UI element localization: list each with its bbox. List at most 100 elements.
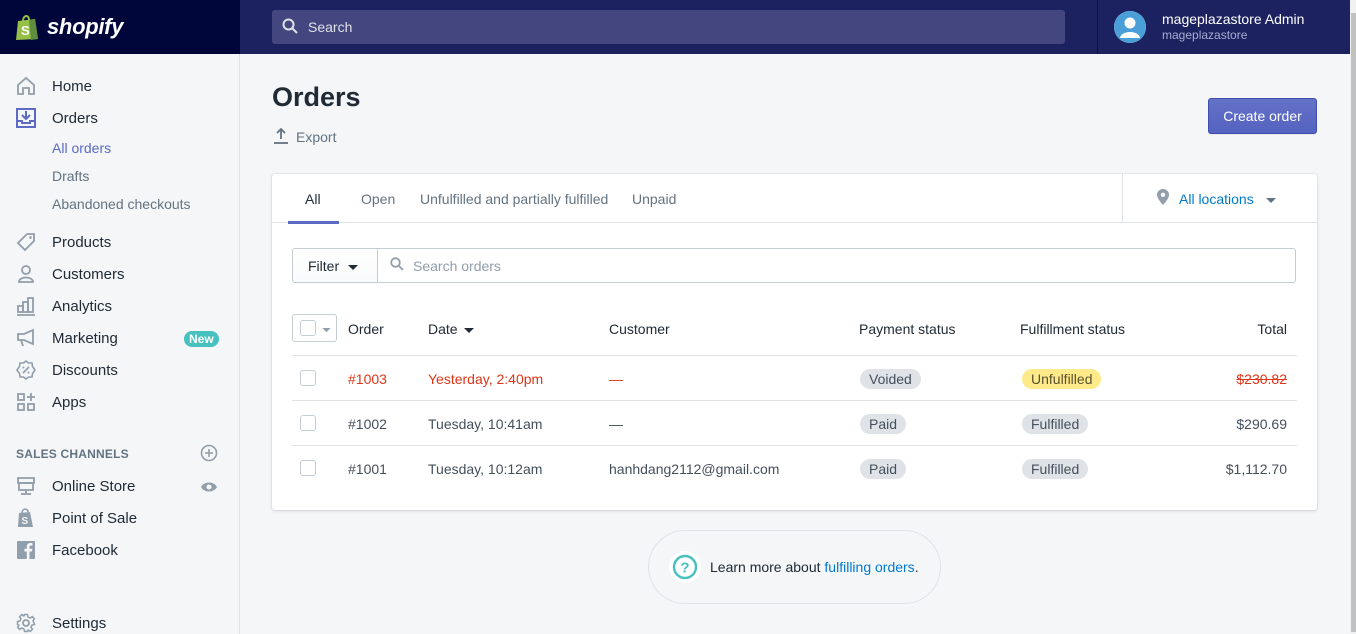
store-icon bbox=[16, 476, 36, 496]
scrollbar-thumb[interactable] bbox=[1351, 13, 1356, 632]
order-date: Tuesday, 10:12am bbox=[428, 460, 543, 477]
sales-channels-title: SALES CHANNELS bbox=[16, 447, 129, 461]
order-number[interactable]: #1003 bbox=[348, 356, 387, 401]
orders-icon bbox=[16, 108, 36, 128]
filter-bar: Filter Search orders bbox=[292, 248, 1296, 283]
payment-status-cell: Paid bbox=[860, 401, 907, 446]
fulfilling-orders-link[interactable]: fulfilling orders bbox=[824, 559, 914, 575]
brand-name: shopify bbox=[47, 14, 124, 39]
fulfillment-status-cell: Fulfilled bbox=[1022, 401, 1089, 446]
apps-icon bbox=[16, 392, 36, 412]
tab-open[interactable]: Open bbox=[361, 174, 395, 223]
search-icon bbox=[282, 18, 308, 37]
row-checkbox[interactable] bbox=[300, 370, 316, 386]
help-question-icon: ? bbox=[669, 551, 701, 583]
svg-text:S: S bbox=[22, 516, 29, 527]
sidebar-item-apps[interactable]: Apps bbox=[0, 386, 239, 418]
help-text: Learn more about bbox=[710, 559, 821, 575]
export-icon bbox=[273, 127, 296, 147]
sort-descending-icon bbox=[463, 321, 474, 337]
add-sales-channel-icon[interactable] bbox=[200, 444, 218, 465]
order-date: Tuesday, 10:41am bbox=[428, 415, 543, 432]
order-customer: hanhdang2112@gmail.com bbox=[609, 460, 780, 477]
sidebar-item-orders[interactable]: Orders bbox=[0, 102, 239, 134]
sidebar-item-facebook[interactable]: Facebook bbox=[0, 534, 239, 566]
order-total: $1,112.70 bbox=[1225, 460, 1287, 477]
fulfillment-status-badge: Fulfilled bbox=[1022, 413, 1089, 434]
user-name: mageplazastore Admin bbox=[1162, 11, 1305, 27]
column-order[interactable]: Order bbox=[348, 310, 384, 348]
page-title: Orders bbox=[272, 82, 361, 112]
tab-unpaid[interactable]: Unpaid bbox=[632, 174, 676, 223]
chevron-down-icon bbox=[1265, 191, 1276, 207]
sidebar-item-customers[interactable]: Customers bbox=[0, 258, 239, 290]
row-checkbox[interactable] bbox=[300, 415, 316, 431]
locations-dropdown[interactable]: All locations bbox=[1122, 174, 1317, 223]
svg-text:?: ? bbox=[680, 560, 689, 577]
home-icon bbox=[16, 76, 36, 96]
global-search-input[interactable]: Search bbox=[272, 10, 1065, 44]
table-row[interactable]: #1002 Tuesday, 10:41am — Paid Fulfilled … bbox=[292, 401, 1297, 446]
bulk-select-checkbox[interactable] bbox=[292, 314, 337, 342]
order-total: $290.69 bbox=[1236, 415, 1287, 432]
sidebar: Home Orders All orders Drafts Abandoned … bbox=[0, 54, 240, 634]
chevron-down-icon bbox=[348, 258, 359, 274]
tab-unfulfilled[interactable]: Unfulfilled and partially fulfilled bbox=[420, 174, 608, 223]
column-fulfillment-status[interactable]: Fulfillment status bbox=[1020, 310, 1125, 348]
table-row[interactable]: #1001 Tuesday, 10:12am hanhdang2112@gmai… bbox=[292, 446, 1297, 491]
sidebar-item-products[interactable]: Products bbox=[0, 226, 239, 258]
payment-status-badge: Voided bbox=[860, 368, 921, 389]
discount-icon bbox=[16, 360, 36, 380]
tab-all[interactable]: All bbox=[288, 174, 339, 224]
fulfillment-status-badge: Unfulfilled bbox=[1022, 368, 1102, 389]
order-date: Yesterday, 2:40pm bbox=[428, 370, 544, 387]
order-number[interactable]: #1001 bbox=[348, 446, 387, 491]
create-order-button[interactable]: Create order bbox=[1208, 98, 1317, 134]
user-menu[interactable]: mageplazastore Admin mageplazastore bbox=[1097, 0, 1350, 54]
gear-icon bbox=[16, 613, 36, 633]
sidebar-item-discounts[interactable]: Discounts bbox=[0, 354, 239, 386]
person-icon bbox=[16, 264, 36, 284]
sidebar-subitem-abandoned-checkouts[interactable]: Abandoned checkouts bbox=[52, 196, 191, 212]
order-customer: — bbox=[609, 415, 623, 432]
order-customer: — bbox=[609, 370, 623, 387]
column-customer[interactable]: Customer bbox=[609, 310, 670, 348]
sidebar-subitem-all-orders[interactable]: All orders bbox=[52, 140, 111, 156]
fulfillment-status-cell: Unfulfilled bbox=[1022, 356, 1102, 401]
orders-card: All Open Unfulfilled and partially fulfi… bbox=[272, 174, 1317, 510]
payment-status-cell: Voided bbox=[860, 356, 921, 401]
tag-icon bbox=[16, 232, 36, 252]
column-date[interactable]: Date bbox=[428, 310, 474, 348]
filter-button[interactable]: Filter bbox=[292, 248, 378, 283]
sidebar-subitem-drafts[interactable]: Drafts bbox=[52, 168, 89, 184]
order-number[interactable]: #1002 bbox=[348, 401, 387, 446]
shopify-logo[interactable]: S shopify bbox=[0, 0, 240, 54]
select-all-checkbox[interactable] bbox=[300, 320, 316, 336]
bar-chart-icon bbox=[16, 296, 36, 316]
location-pin-icon bbox=[1157, 189, 1169, 208]
sidebar-item-analytics[interactable]: Analytics bbox=[0, 290, 239, 322]
new-badge: New bbox=[184, 331, 219, 347]
export-button[interactable]: Export bbox=[273, 127, 336, 147]
search-orders-input[interactable]: Search orders bbox=[378, 248, 1296, 283]
user-icon bbox=[1114, 11, 1146, 43]
column-payment-status[interactable]: Payment status bbox=[859, 310, 956, 348]
view-online-store-eye-icon[interactable] bbox=[200, 480, 218, 496]
fulfillment-status-cell: Fulfilled bbox=[1022, 446, 1089, 491]
search-icon bbox=[390, 257, 413, 274]
row-checkbox[interactable] bbox=[300, 460, 316, 476]
svg-text:S: S bbox=[21, 23, 30, 38]
column-total[interactable]: Total bbox=[1257, 310, 1287, 348]
page-scrollbar[interactable] bbox=[1350, 0, 1356, 634]
sidebar-item-home[interactable]: Home bbox=[0, 70, 239, 102]
top-bar: S shopify Search mageplazastore Admin ma… bbox=[0, 0, 1350, 54]
search-placeholder: Search bbox=[308, 19, 353, 35]
sidebar-item-settings[interactable]: Settings bbox=[0, 607, 239, 634]
store-name: mageplazastore bbox=[1162, 28, 1248, 42]
fulfillment-status-badge: Fulfilled bbox=[1022, 458, 1089, 479]
payment-status-badge: Paid bbox=[860, 458, 907, 479]
facebook-icon bbox=[16, 540, 36, 560]
table-row[interactable]: #1003 Yesterday, 2:40pm — Voided Unfulfi… bbox=[292, 356, 1297, 401]
sidebar-item-point-of-sale[interactable]: S Point of Sale bbox=[0, 502, 239, 534]
shopify-bag-icon: S bbox=[16, 508, 36, 528]
